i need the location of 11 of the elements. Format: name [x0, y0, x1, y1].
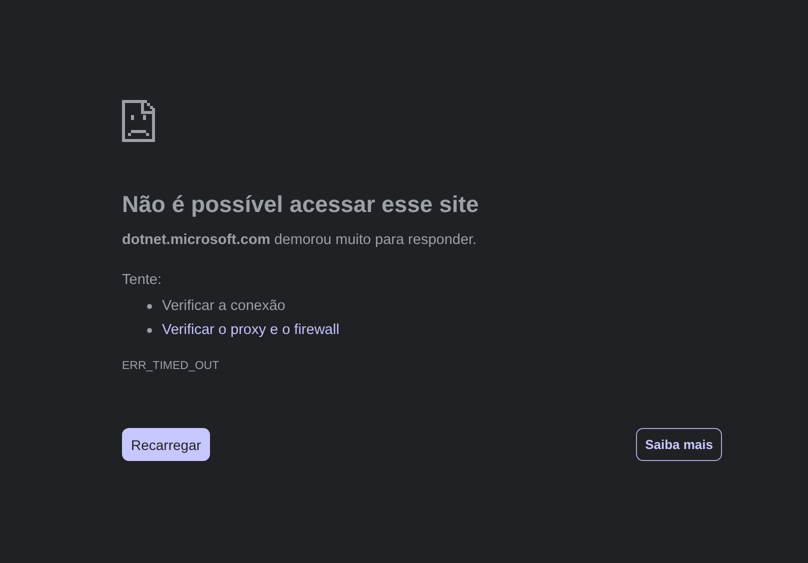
- suggestion-link[interactable]: Verificar o proxy e o firewall: [162, 322, 340, 338]
- bullet: [147, 328, 152, 332]
- error-title: Não é possível acessar esse site: [122, 190, 480, 218]
- error-code: ERR_TIMED_OUT: [122, 360, 220, 372]
- suggestion-text: Verificar a conexão: [162, 298, 286, 314]
- learn-more-button[interactable]: Saiba mais: [636, 428, 722, 461]
- error-message: dotnet.microsoft.com demorou muito para responder.: [122, 231, 478, 250]
- bullet: [147, 304, 152, 308]
- reload-button[interactable]: Recarregar: [122, 428, 210, 461]
- sad-document-icon: [122, 100, 155, 142]
- suggestions-heading: Tente:: [122, 271, 162, 290]
